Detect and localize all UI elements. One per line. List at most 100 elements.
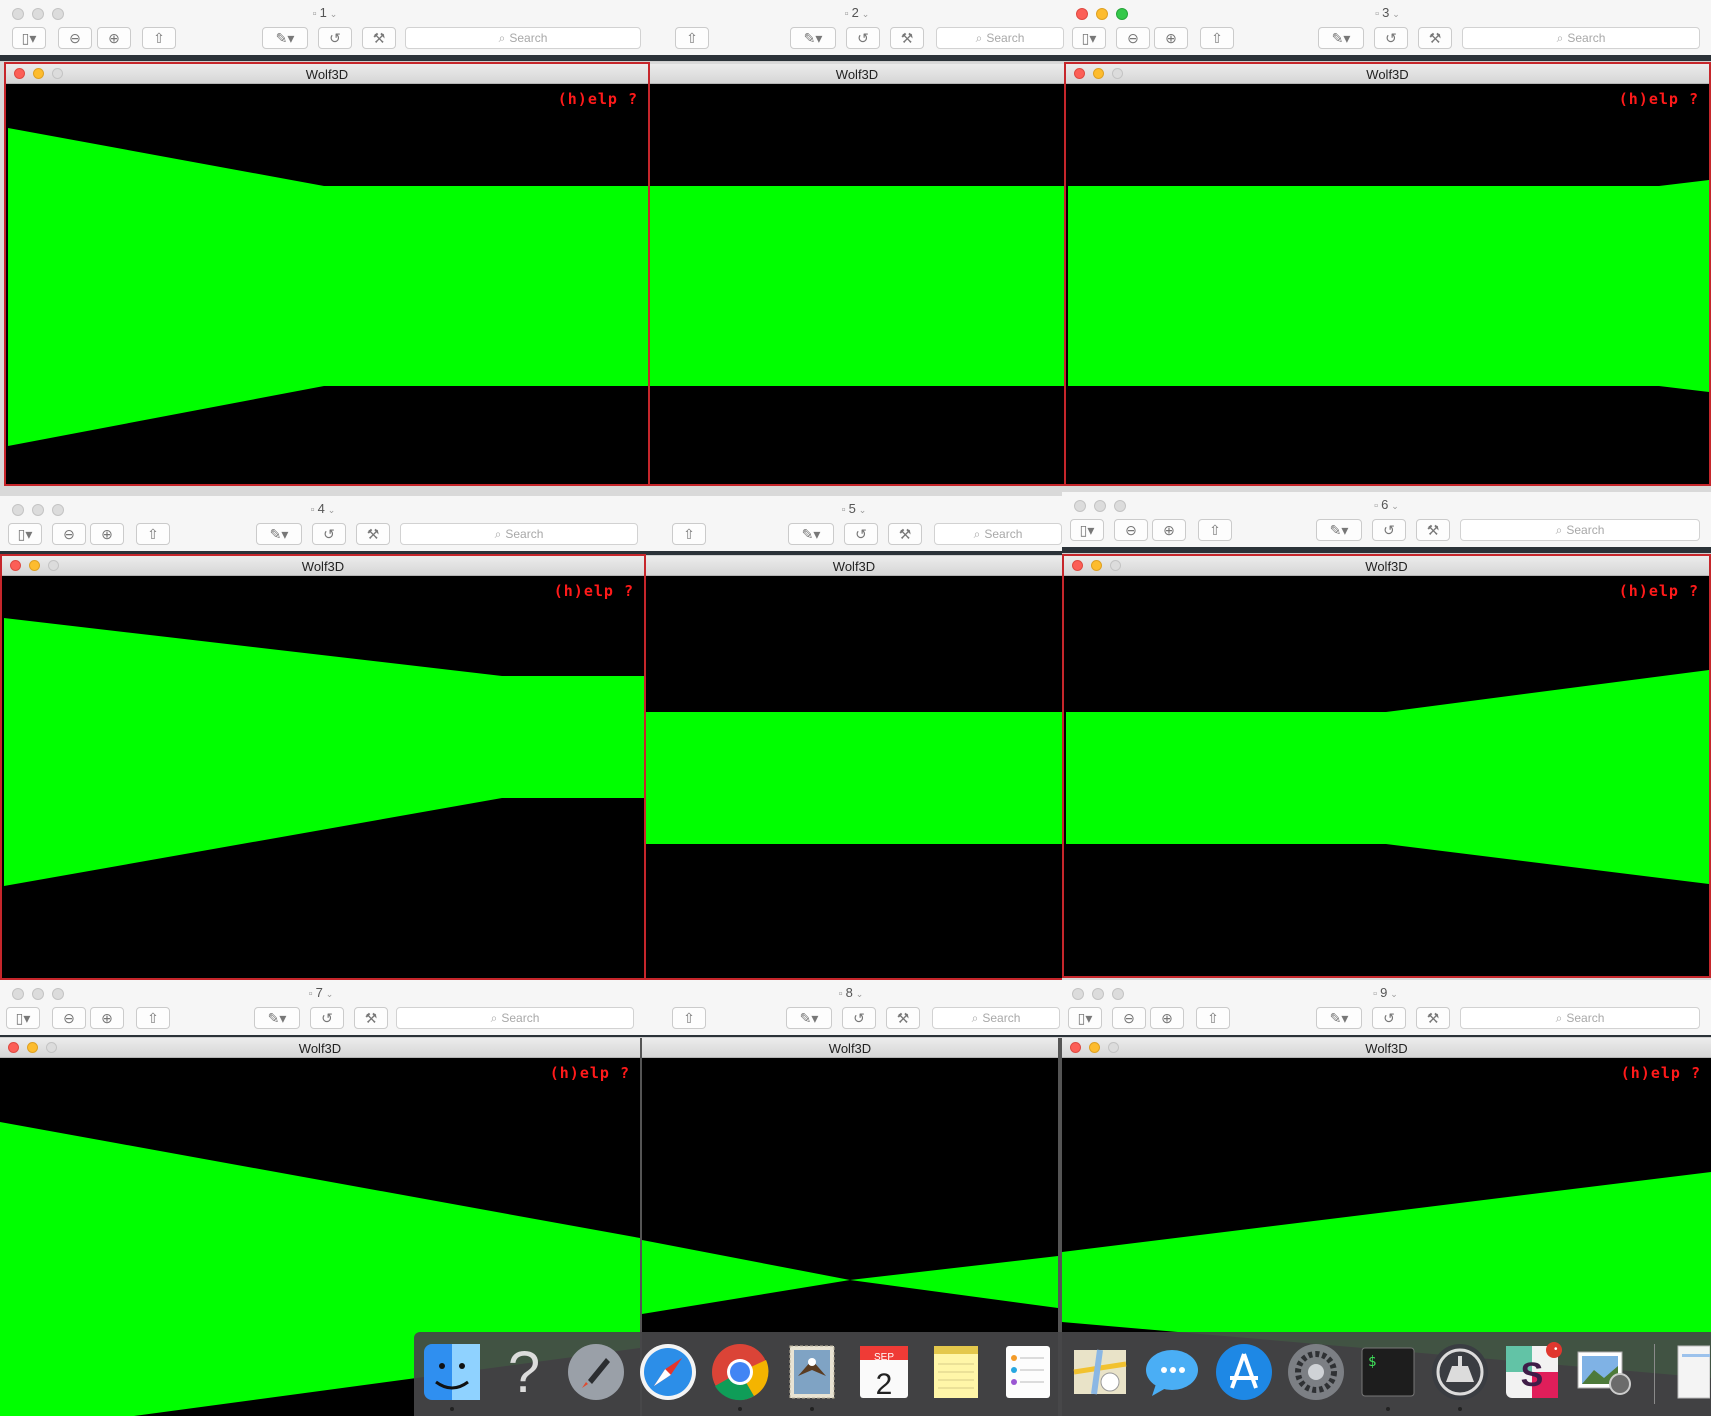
- toolbox-button[interactable]: ⚒: [886, 1007, 920, 1029]
- rotate-button[interactable]: ↺: [312, 523, 346, 545]
- sidebar-toggle-button[interactable]: ▯▾: [1070, 519, 1104, 541]
- zoom-out-button[interactable]: ⊖: [1114, 519, 1148, 541]
- markup-button[interactable]: ✎▾: [1318, 27, 1364, 49]
- toolbox-button[interactable]: ⚒: [354, 1007, 388, 1029]
- wolf3d-window-6[interactable]: Wolf3D (h)elp ?: [1062, 554, 1711, 978]
- document-title[interactable]: ▫ 1 ⌄: [0, 5, 650, 20]
- markup-button[interactable]: ✎▾: [786, 1007, 832, 1029]
- search-field[interactable]: ⌕ Search: [934, 523, 1062, 545]
- share-button[interactable]: ⇧: [672, 1007, 706, 1029]
- zoom-in-button[interactable]: ⊕: [97, 27, 131, 49]
- share-button[interactable]: ⇧: [1196, 1007, 1230, 1029]
- toolbox-button[interactable]: ⚒: [356, 523, 390, 545]
- wolf3d-window-3[interactable]: Wolf3D (h)elp ?: [1064, 62, 1711, 486]
- preview-window-2[interactable]: ▫ 2 ⌄ ⇧ ✎▾ ↺ ⚒ ⌕ Search: [650, 0, 1064, 62]
- markup-button[interactable]: ✎▾: [262, 27, 308, 49]
- rotate-button[interactable]: ↺: [1372, 1007, 1406, 1029]
- dock-item-system-preferences[interactable]: [1284, 1340, 1348, 1404]
- document-title[interactable]: ▫ 4 ⌄: [0, 501, 646, 516]
- share-button[interactable]: ⇧: [1198, 519, 1232, 541]
- markup-button[interactable]: ✎▾: [790, 27, 836, 49]
- toolbox-button[interactable]: ⚒: [888, 523, 922, 545]
- dock-item-slack[interactable]: S •: [1500, 1340, 1564, 1404]
- preview-window-5[interactable]: ▫ 5 ⌄ ⇧ ✎▾ ↺ ⚒ ⌕ Search: [646, 496, 1062, 556]
- markup-button[interactable]: ✎▾: [254, 1007, 300, 1029]
- zoom-in-button[interactable]: ⊕: [1152, 519, 1186, 541]
- share-button[interactable]: ⇧: [136, 1007, 170, 1029]
- zoom-in-button[interactable]: ⊕: [90, 523, 124, 545]
- toolbox-button[interactable]: ⚒: [1416, 519, 1450, 541]
- dock-item-calendar[interactable]: SEP 2: [852, 1340, 916, 1404]
- markup-button[interactable]: ✎▾: [1316, 519, 1362, 541]
- preview-window-8[interactable]: ▫ 8 ⌄ ⇧ ✎▾ ↺ ⚒ ⌕ Search: [642, 980, 1060, 1038]
- markup-button[interactable]: ✎▾: [788, 523, 834, 545]
- dock-item-xcode[interactable]: [1428, 1340, 1492, 1411]
- rotate-button[interactable]: ↺: [1372, 519, 1406, 541]
- wolf3d-window-2[interactable]: Wolf3D: [650, 64, 1064, 486]
- toolbox-button[interactable]: ⚒: [1416, 1007, 1450, 1029]
- sidebar-toggle-button[interactable]: ▯▾: [1072, 27, 1106, 49]
- dock-item-terminal[interactable]: $: [1356, 1340, 1420, 1411]
- zoom-out-button[interactable]: ⊖: [1112, 1007, 1146, 1029]
- dock-item-messages[interactable]: [1140, 1340, 1204, 1404]
- preview-window-7[interactable]: ▫ 7 ⌄ ▯▾ ⊖ ⊕ ⇧ ✎▾ ↺ ⚒ ⌕ Search: [0, 980, 642, 1038]
- document-title[interactable]: ▫ 2 ⌄: [650, 5, 1064, 20]
- zoom-out-button[interactable]: ⊖: [1116, 27, 1150, 49]
- search-field[interactable]: ⌕ Search: [1462, 27, 1700, 49]
- search-field[interactable]: ⌕ Search: [932, 1007, 1060, 1029]
- zoom-in-button[interactable]: ⊕: [90, 1007, 124, 1029]
- preview-window-9[interactable]: ▫ 9 ⌄ ▯▾ ⊖ ⊕ ⇧ ✎▾ ↺ ⚒ ⌕ Search: [1060, 980, 1711, 1038]
- rotate-button[interactable]: ↺: [842, 1007, 876, 1029]
- search-field[interactable]: ⌕ Search: [396, 1007, 634, 1029]
- dock-item-launchpad[interactable]: [564, 1340, 628, 1404]
- sidebar-toggle-button[interactable]: ▯▾: [8, 523, 42, 545]
- sidebar-toggle-button[interactable]: ▯▾: [6, 1007, 40, 1029]
- zoom-out-button[interactable]: ⊖: [58, 27, 92, 49]
- preview-window-3[interactable]: ▫ 3 ⌄ ▯▾ ⊖ ⊕ ⇧ ✎▾ ↺ ⚒ ⌕ Search: [1064, 0, 1711, 62]
- share-button[interactable]: ⇧: [142, 27, 176, 49]
- share-button[interactable]: ⇧: [675, 27, 709, 49]
- toolbox-button[interactable]: ⚒: [362, 27, 396, 49]
- dock-item-maps[interactable]: [1068, 1340, 1132, 1404]
- markup-button[interactable]: ✎▾: [256, 523, 302, 545]
- search-field[interactable]: ⌕ Search: [405, 27, 641, 49]
- dock-item-mail[interactable]: [780, 1340, 844, 1411]
- wolf3d-window-5[interactable]: Wolf3D: [646, 556, 1062, 980]
- search-field[interactable]: ⌕ Search: [936, 27, 1064, 49]
- zoom-in-button[interactable]: ⊕: [1154, 27, 1188, 49]
- rotate-button[interactable]: ↺: [318, 27, 352, 49]
- rotate-button[interactable]: ↺: [844, 523, 878, 545]
- markup-button[interactable]: ✎▾: [1316, 1007, 1362, 1029]
- toolbox-button[interactable]: ⚒: [890, 27, 924, 49]
- document-title[interactable]: ▫ 3 ⌄: [1064, 5, 1711, 20]
- sidebar-toggle-button[interactable]: ▯▾: [12, 27, 46, 49]
- share-button[interactable]: ⇧: [136, 523, 170, 545]
- rotate-button[interactable]: ↺: [310, 1007, 344, 1029]
- zoom-out-button[interactable]: ⊖: [52, 1007, 86, 1029]
- zoom-in-button[interactable]: ⊕: [1150, 1007, 1184, 1029]
- document-title[interactable]: ▫ 9 ⌄: [1060, 985, 1711, 1000]
- rotate-button[interactable]: ↺: [846, 27, 880, 49]
- dock-item-chrome[interactable]: [708, 1340, 772, 1411]
- sidebar-toggle-button[interactable]: ▯▾: [1068, 1007, 1102, 1029]
- preview-window-6[interactable]: ▫ 6 ⌄ ▯▾ ⊖ ⊕ ⇧ ✎▾ ↺ ⚒ ⌕ Search: [1062, 492, 1711, 554]
- dock-item-help[interactable]: ?: [492, 1340, 556, 1404]
- document-title[interactable]: ▫ 6 ⌄: [1062, 497, 1711, 512]
- dock-item-preview[interactable]: [1572, 1340, 1636, 1404]
- wolf3d-window-1[interactable]: Wolf3D (h)elp ?: [4, 62, 650, 486]
- dock-item-app-store[interactable]: [1212, 1340, 1276, 1404]
- toolbox-button[interactable]: ⚒: [1418, 27, 1452, 49]
- wolf3d-window-4[interactable]: Wolf3D (h)elp ?: [0, 554, 646, 980]
- preview-window-4[interactable]: ▫ 4 ⌄ ▯▾ ⊖ ⊕ ⇧ ✎▾ ↺ ⚒ ⌕ Search: [0, 496, 646, 556]
- dock-item-safari[interactable]: [636, 1340, 700, 1404]
- document-title[interactable]: ▫ 8 ⌄: [642, 985, 1060, 1000]
- dock-item-finder[interactable]: [420, 1340, 484, 1411]
- search-field[interactable]: ⌕ Search: [400, 523, 638, 545]
- share-button[interactable]: ⇧: [1200, 27, 1234, 49]
- dock-item-notes[interactable]: [924, 1340, 988, 1404]
- zoom-out-button[interactable]: ⊖: [52, 523, 86, 545]
- search-field[interactable]: ⌕ Search: [1460, 519, 1700, 541]
- document-title[interactable]: ▫ 7 ⌄: [0, 985, 642, 1000]
- preview-window-1[interactable]: ▫ 1 ⌄ ▯▾ ⊖ ⊕ ⇧ ✎▾ ↺ ⚒ ⌕ Search: [0, 0, 650, 62]
- share-button[interactable]: ⇧: [672, 523, 706, 545]
